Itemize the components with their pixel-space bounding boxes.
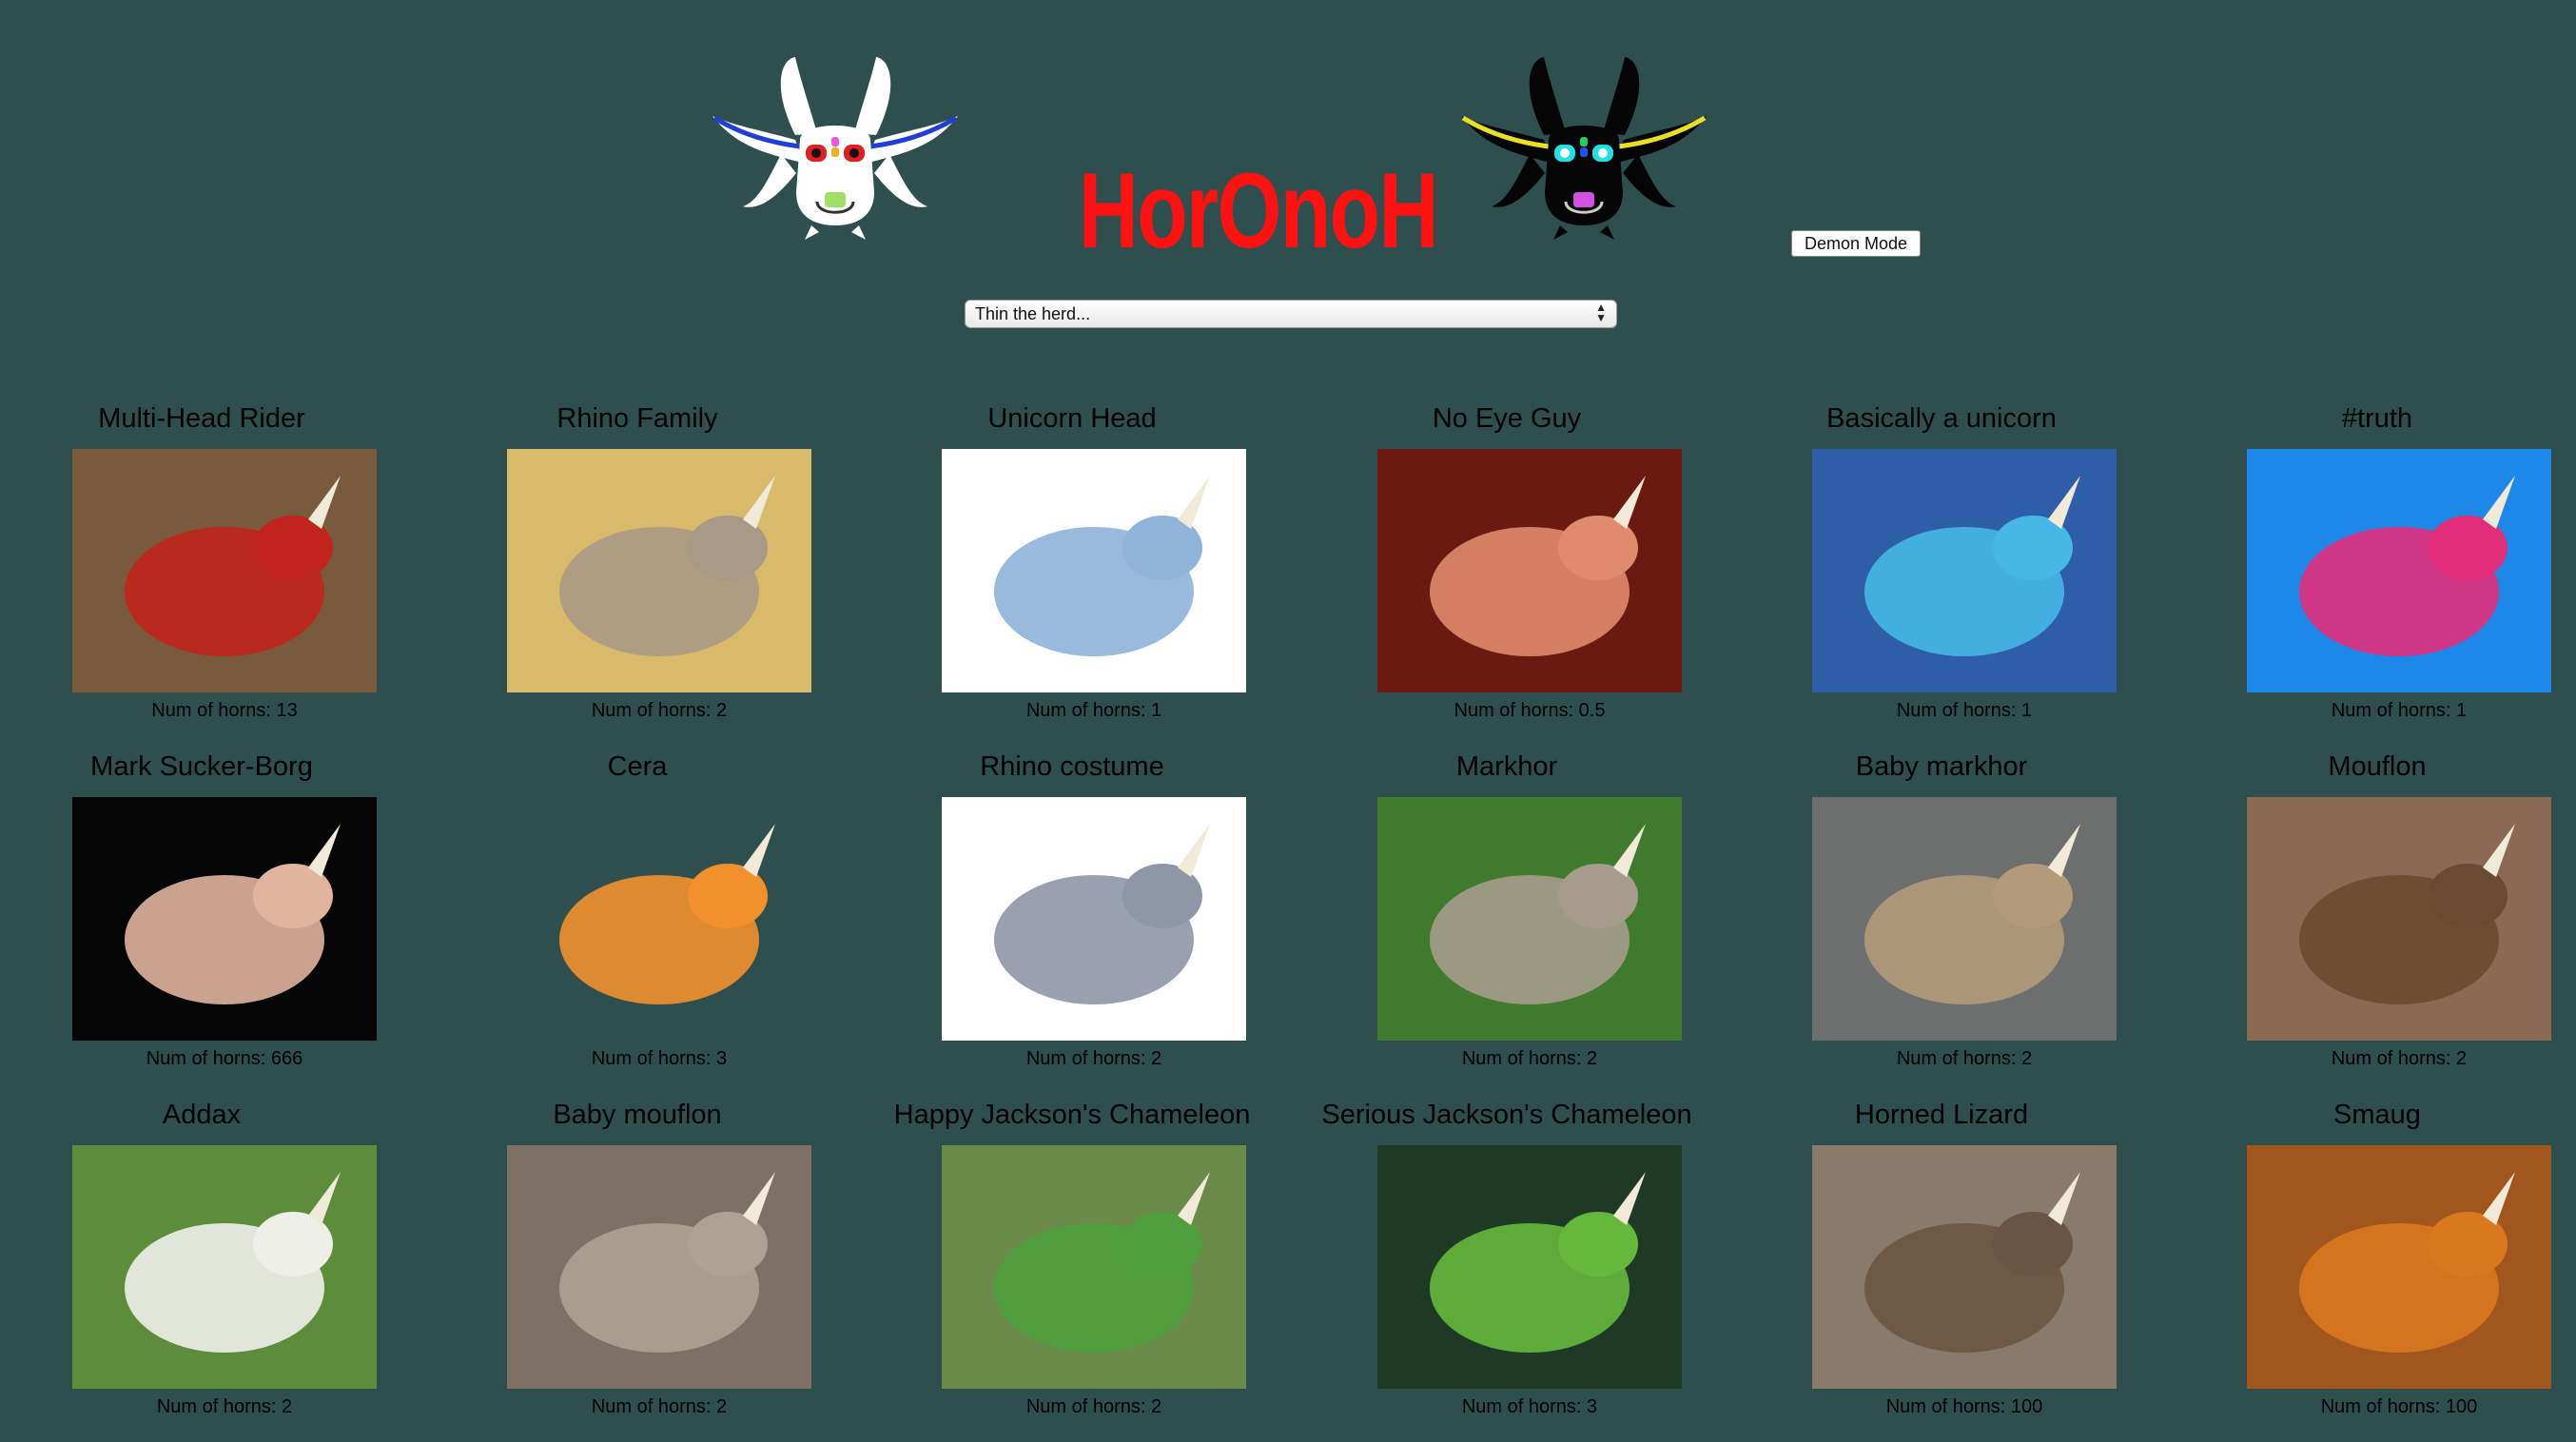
animal-card-title: Cera [607, 751, 668, 782]
animal-photo[interactable] [72, 797, 377, 1041]
animal-card[interactable]: Baby mouflon Num of horns: 2 [420, 1100, 855, 1442]
animal-card-title: Horned Lizard [1854, 1100, 2029, 1130]
animal-card[interactable]: Rhino costume Num of horns: 2 [854, 751, 1290, 1094]
animal-card-title: Unicorn Head [987, 403, 1157, 434]
demon-mode-button[interactable]: Demon Mode [1791, 230, 1921, 257]
animal-card[interactable]: Basically a unicorn Num of horns: 1 [1724, 403, 2159, 746]
animal-photo[interactable] [507, 1145, 811, 1389]
animal-photo[interactable] [72, 449, 377, 692]
horn-count-label: Num of horns: 100 [1885, 1396, 2043, 1417]
animal-card-title: Happy Jackson's Chameleon [893, 1100, 1251, 1130]
header: HorOnoH Demon Mode Thin the herd... ▲ ▼ [0, 0, 2576, 361]
animal-photo[interactable] [507, 449, 811, 692]
animal-card[interactable]: Horned Lizard Num of horns: 100 [1724, 1100, 2159, 1442]
animal-card[interactable]: Baby markhor Num of horns: 2 [1724, 751, 2159, 1094]
horn-count-label: Num of horns: 3 [591, 1048, 728, 1069]
horn-count-label: Num of horns: 2 [591, 1396, 728, 1417]
horn-count-label: Num of horns: 666 [146, 1048, 303, 1069]
animal-photo[interactable] [1377, 449, 1682, 692]
animal-photo[interactable] [942, 449, 1246, 692]
animal-photo[interactable] [2247, 797, 2551, 1041]
white-horned-creature-icon [705, 49, 966, 244]
horn-count-label: Num of horns: 100 [2320, 1396, 2478, 1417]
animal-photo[interactable] [1377, 797, 1682, 1041]
horn-count-label: Num of horns: 0.5 [1454, 700, 1606, 721]
animal-card[interactable]: Serious Jackson's Chameleon Num of horns:… [1289, 1100, 1725, 1442]
animal-photo[interactable] [1377, 1145, 1682, 1389]
animal-card[interactable]: Mouflon Num of horns: 2 [2159, 751, 2576, 1094]
animal-card-title: Smaug [2333, 1100, 2421, 1130]
animal-card-title: Markhor [1455, 751, 1558, 782]
animal-card-title: #truth [2341, 403, 2413, 434]
animal-card[interactable]: Addax Num of horns: 2 [0, 1100, 420, 1442]
animal-card-title: Mouflon [2328, 751, 2427, 782]
horn-count-label: Num of horns: 2 [1896, 1048, 2033, 1069]
animal-card[interactable]: Rhino Family Num of horns: 2 [420, 403, 855, 746]
animal-card[interactable]: Happy Jackson's Chameleon Num of horns: 2 [854, 1100, 1290, 1442]
animal-card[interactable]: #truth Num of horns: 1 [2159, 403, 2576, 746]
animal-photo[interactable] [1812, 1145, 2117, 1389]
animal-card-title: Mark Sucker-Borg [90, 751, 313, 782]
animal-photo[interactable] [507, 797, 811, 1041]
horn-count-label: Num of horns: 2 [1025, 1048, 1162, 1069]
horn-count-label: Num of horns: 3 [1461, 1396, 1598, 1417]
animal-card[interactable]: Smaug Num of horns: 100 [2159, 1100, 2576, 1442]
animal-photo[interactable] [72, 1145, 377, 1389]
animal-card[interactable]: Mark Sucker-Borg Num of horns: 666 [0, 751, 420, 1094]
select-arrows-icon: ▲ ▼ [1595, 301, 1607, 324]
animal-card-title: Serious Jackson's Chameleon [1321, 1100, 1692, 1130]
black-horned-creature-icon [1454, 49, 1714, 244]
animal-card[interactable]: No Eye Guy Num of horns: 0.5 [1289, 403, 1725, 746]
animal-card-title: Addax [162, 1100, 242, 1130]
horn-count-label: Num of horns: 1 [2331, 700, 2468, 721]
animal-card-title: Rhino Family [556, 403, 718, 434]
animal-photo[interactable] [2247, 1145, 2551, 1389]
animal-card-title: Basically a unicorn [1826, 403, 2057, 434]
animal-card[interactable]: Multi-Head Rider Num of horns: 13 [0, 403, 420, 746]
animal-photo[interactable] [1812, 449, 2117, 692]
thin-the-herd-selected-value: Thin the herd... [975, 304, 1091, 323]
animal-card-title: No Eye Guy [1432, 403, 1582, 434]
horn-count-label: Num of horns: 2 [1461, 1048, 1598, 1069]
horn-count-label: Num of horns: 2 [1025, 1396, 1162, 1417]
animal-card[interactable]: Cera Num of horns: 3 [420, 751, 855, 1094]
animal-photo[interactable] [2247, 449, 2551, 692]
horn-count-label: Num of horns: 1 [1025, 700, 1162, 721]
thin-the-herd-select[interactable]: Thin the herd... ▲ ▼ [965, 300, 1617, 328]
animal-photo[interactable] [942, 1145, 1246, 1389]
animal-card-title: Baby markhor [1855, 751, 2028, 782]
horn-count-label: Num of horns: 13 [151, 700, 298, 721]
animal-card[interactable]: Unicorn Head Num of horns: 1 [854, 403, 1290, 746]
animal-card-title: Multi-Head Rider [98, 403, 305, 434]
animal-card-title: Rhino costume [980, 751, 1164, 782]
animal-photo[interactable] [942, 797, 1246, 1041]
animal-card-title: Baby mouflon [553, 1100, 722, 1130]
animal-card[interactable]: Markhor Num of horns: 2 [1289, 751, 1725, 1094]
horn-count-label: Num of horns: 2 [591, 700, 728, 721]
horn-count-label: Num of horns: 1 [1896, 700, 2033, 721]
horn-count-label: Num of horns: 2 [156, 1396, 293, 1417]
horn-count-label: Num of horns: 2 [2331, 1048, 2468, 1069]
animal-photo[interactable] [1812, 797, 2117, 1041]
logo-title: HorOnoH [1078, 151, 1439, 270]
